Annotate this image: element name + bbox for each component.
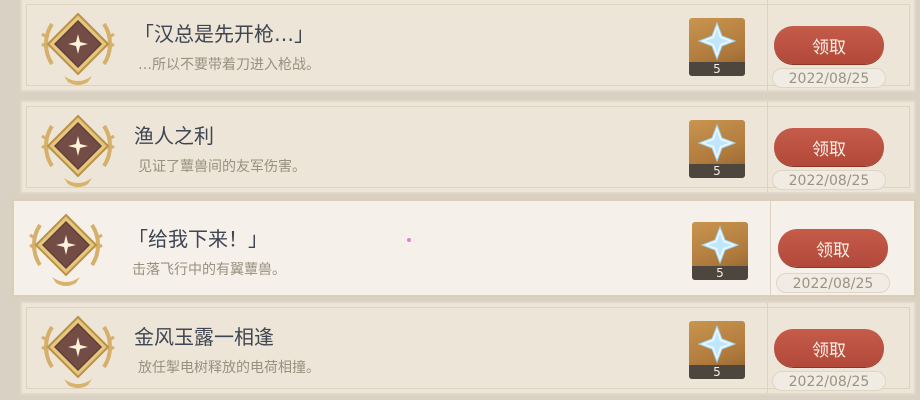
claim-button[interactable]: 领取 (774, 128, 884, 166)
achievement-badge-icon (29, 213, 103, 286)
reward-quantity: 5 (689, 365, 745, 379)
reward-item[interactable]: 5 (689, 120, 745, 178)
achievement-description: …所以不要带着刀进入枪战。 (138, 57, 320, 73)
achievement-badge-icon (41, 315, 115, 388)
divider (767, 102, 768, 192)
primogem-icon (697, 324, 737, 364)
achievement-title: 「给我下来！」 (128, 227, 268, 251)
cursor-dot (407, 238, 411, 242)
divider (767, 0, 768, 90)
achievement-date: 2022/08/25 (772, 68, 886, 88)
claim-button[interactable]: 领取 (778, 229, 888, 267)
achievement-date: 2022/08/25 (772, 170, 886, 190)
divider (770, 201, 771, 295)
primogem-icon (697, 123, 737, 163)
claim-button[interactable]: 领取 (774, 329, 884, 367)
achievement-row[interactable]: 金风玉露一相逢 放任掣电树释放的电荷相撞。 5 领取 2022/08/25 (20, 301, 916, 395)
primogem-icon (697, 21, 737, 61)
reward-item[interactable]: 5 (689, 321, 745, 379)
reward-item[interactable]: 5 (692, 222, 748, 280)
achievement-title: 渔人之利 (134, 124, 214, 148)
reward-quantity: 5 (689, 164, 745, 178)
primogem-icon (700, 225, 740, 265)
achievement-date: 2022/08/25 (776, 273, 890, 293)
achievement-badge-icon (41, 12, 115, 85)
achievement-date: 2022/08/25 (772, 371, 886, 391)
achievement-title: 金风玉露一相逢 (134, 325, 274, 349)
achievement-badge-icon (41, 114, 115, 187)
achievement-description: 击落飞行中的有翼蕈兽。 (132, 262, 286, 278)
achievement-row-selected[interactable]: 「给我下来！」 击落飞行中的有翼蕈兽。 5 领取 2022/08/25 (12, 199, 916, 297)
claim-button[interactable]: 领取 (774, 26, 884, 64)
reward-quantity: 5 (692, 266, 748, 280)
achievement-description: 见证了蕈兽间的友军伤害。 (138, 159, 306, 175)
achievement-title: 「汉总是先开枪…」 (134, 22, 314, 46)
achievement-row[interactable]: 「汉总是先开枪…」 …所以不要带着刀进入枪战。 5 领取 2022/08/25 (20, 0, 916, 92)
achievement-row[interactable]: 渔人之利 见证了蕈兽间的友军伤害。 5 领取 2022/08/25 (20, 100, 916, 194)
reward-item[interactable]: 5 (689, 18, 745, 76)
divider (767, 303, 768, 393)
achievement-list: 「汉总是先开枪…」 …所以不要带着刀进入枪战。 5 领取 2022/08/25 … (0, 0, 920, 400)
achievement-description: 放任掣电树释放的电荷相撞。 (138, 360, 320, 376)
reward-quantity: 5 (689, 62, 745, 76)
